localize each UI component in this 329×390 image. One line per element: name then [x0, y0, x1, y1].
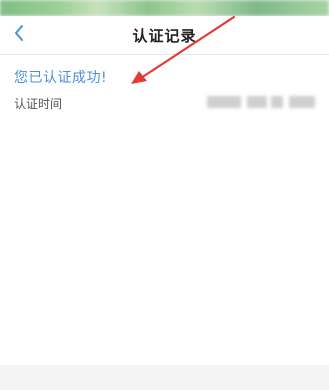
record-card: 您已认证成功! 认证时间 [0, 55, 329, 365]
success-message: 您已认证成功! [14, 70, 108, 86]
verification-time-label: 认证时间 [14, 97, 63, 111]
verification-time-value-redacted [207, 95, 319, 109]
page-title: 认证记录 [132, 27, 197, 45]
bottom-area [0, 365, 329, 390]
status-bar [0, 0, 329, 16]
page: 认证记录 您已认证成功! 认证时间 [0, 0, 329, 390]
navigation-bar: 认证记录 [0, 16, 329, 55]
